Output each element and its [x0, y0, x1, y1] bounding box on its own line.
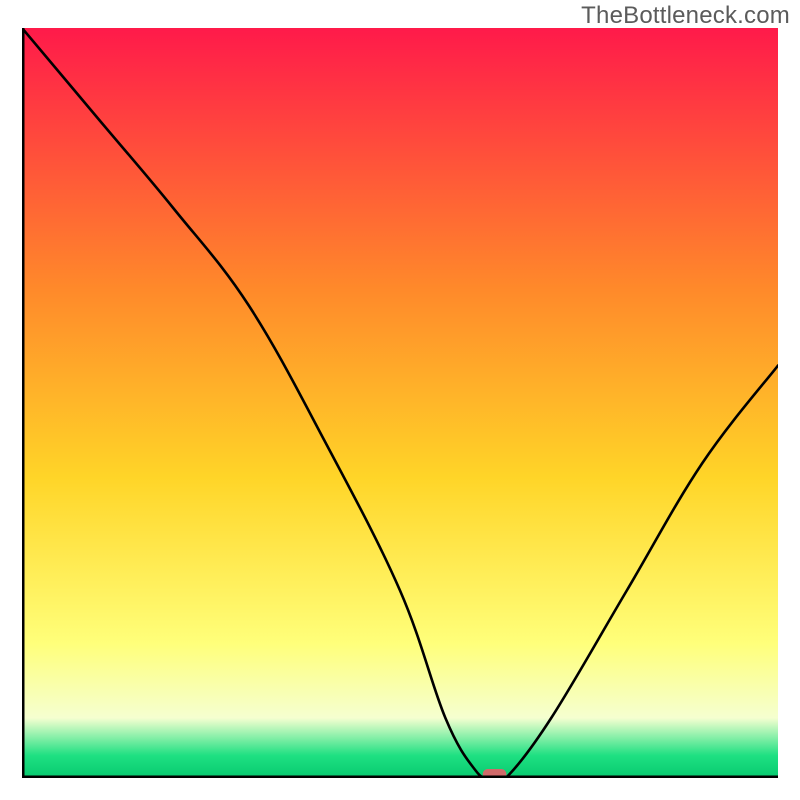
gradient-background — [22, 28, 778, 778]
bottleneck-chart — [22, 28, 778, 778]
watermark-text: TheBottleneck.com — [581, 2, 790, 30]
chart-frame: TheBottleneck.com — [0, 0, 800, 800]
chart-svg — [22, 28, 778, 778]
